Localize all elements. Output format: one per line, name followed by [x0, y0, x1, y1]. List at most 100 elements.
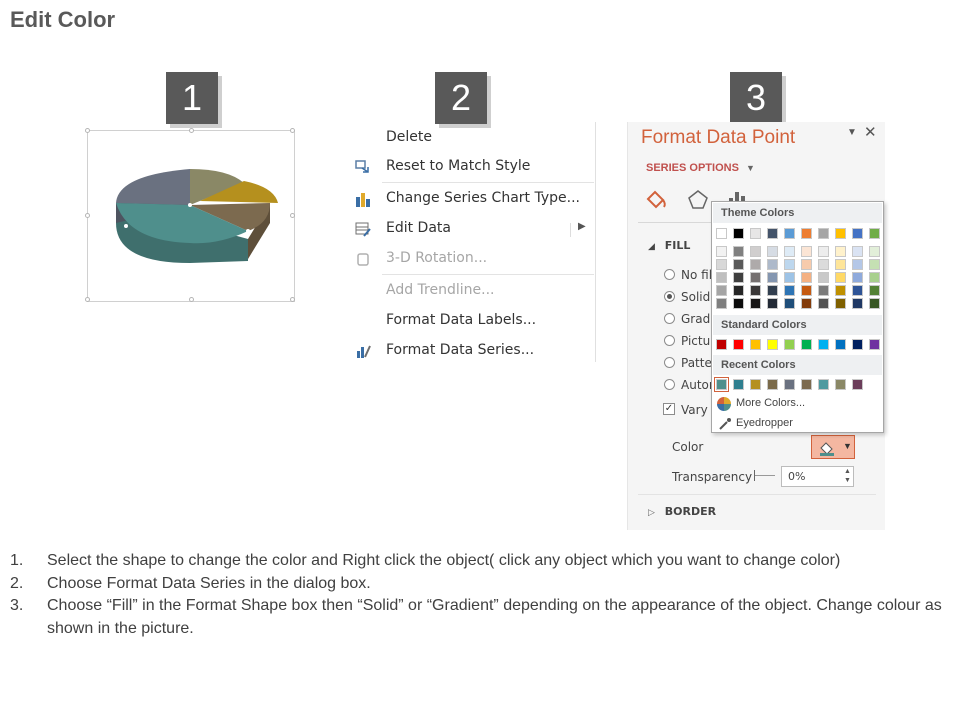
menu-item-add-trendline[interactable]: Add Trendline... — [348, 277, 594, 305]
resize-handle[interactable] — [189, 128, 194, 133]
theme-shade-swatch[interactable] — [869, 272, 880, 283]
recent-color-swatch[interactable] — [714, 377, 729, 392]
resize-handle[interactable] — [290, 128, 295, 133]
theme-color-swatch[interactable] — [784, 228, 795, 239]
standard-color-swatch[interactable] — [835, 339, 846, 350]
theme-shade-swatch[interactable] — [733, 298, 744, 309]
theme-shade-swatch[interactable] — [801, 259, 812, 270]
close-icon[interactable]: ✕ — [864, 123, 877, 141]
theme-shade-swatch[interactable] — [750, 259, 761, 270]
theme-shade-swatch[interactable] — [869, 285, 880, 296]
standard-color-swatch[interactable] — [818, 339, 829, 350]
theme-shade-swatch[interactable] — [852, 285, 863, 296]
theme-shade-swatch[interactable] — [733, 259, 744, 270]
spin-up-icon[interactable]: ▲ — [844, 468, 851, 475]
theme-color-swatch[interactable] — [716, 228, 727, 239]
theme-shade-swatch[interactable] — [716, 298, 727, 309]
standard-color-swatch[interactable] — [801, 339, 812, 350]
resize-handle[interactable] — [189, 297, 194, 302]
theme-shade-swatch[interactable] — [767, 298, 778, 309]
menu-item-reset-style[interactable]: Reset to Match Style — [348, 153, 594, 181]
theme-color-swatch[interactable] — [852, 228, 863, 239]
theme-shade-swatch[interactable] — [716, 259, 727, 270]
recent-color-swatch[interactable] — [750, 379, 761, 390]
selection-handle[interactable] — [246, 229, 250, 233]
resize-handle[interactable] — [290, 213, 295, 218]
theme-shade-swatch[interactable] — [767, 285, 778, 296]
theme-shade-swatch[interactable] — [750, 246, 761, 257]
selection-handle[interactable] — [124, 224, 128, 228]
standard-color-swatch[interactable] — [784, 339, 795, 350]
theme-color-swatch[interactable] — [818, 228, 829, 239]
radio-button[interactable] — [664, 379, 675, 390]
theme-color-swatch[interactable] — [835, 228, 846, 239]
theme-shade-swatch[interactable] — [767, 246, 778, 257]
theme-shade-swatch[interactable] — [801, 285, 812, 296]
theme-shade-swatch[interactable] — [818, 259, 829, 270]
fill-color-button[interactable]: ▼ — [811, 435, 855, 459]
theme-shade-swatch[interactable] — [801, 246, 812, 257]
theme-shade-swatch[interactable] — [750, 285, 761, 296]
resize-handle[interactable] — [85, 297, 90, 302]
standard-color-swatch[interactable] — [869, 339, 880, 350]
menu-item-delete[interactable]: Delete — [348, 124, 594, 152]
radio-button[interactable] — [664, 291, 675, 302]
menu-item-format-data-labels[interactable]: Format Data Labels... — [348, 307, 594, 335]
theme-color-swatch[interactable] — [801, 228, 812, 239]
standard-color-swatch[interactable] — [716, 339, 727, 350]
theme-shade-swatch[interactable] — [818, 285, 829, 296]
recent-color-swatch[interactable] — [767, 379, 778, 390]
theme-shade-swatch[interactable] — [767, 259, 778, 270]
radio-button[interactable] — [664, 335, 675, 346]
menu-item-change-chart-type[interactable]: Change Series Chart Type... — [348, 185, 594, 213]
theme-shade-swatch[interactable] — [852, 272, 863, 283]
menu-item-3d-rotation[interactable]: 3-D Rotation... — [348, 245, 594, 273]
theme-shade-swatch[interactable] — [852, 246, 863, 257]
theme-shade-swatch[interactable] — [852, 259, 863, 270]
theme-shade-swatch[interactable] — [835, 285, 846, 296]
theme-shade-swatch[interactable] — [835, 298, 846, 309]
selection-handle[interactable] — [188, 203, 192, 207]
transparency-input[interactable]: 0% ▲ ▼ — [781, 466, 854, 487]
fill-section-header[interactable]: ◢ FILL — [648, 239, 690, 252]
theme-shade-swatch[interactable] — [733, 246, 744, 257]
theme-shade-swatch[interactable] — [818, 246, 829, 257]
theme-color-swatch[interactable] — [767, 228, 778, 239]
radio-button[interactable] — [664, 313, 675, 324]
theme-shade-swatch[interactable] — [835, 259, 846, 270]
theme-shade-swatch[interactable] — [716, 246, 727, 257]
theme-color-swatch[interactable] — [750, 228, 761, 239]
theme-shade-swatch[interactable] — [750, 298, 761, 309]
pie-chart-thumbnail[interactable] — [85, 128, 295, 302]
recent-color-swatch[interactable] — [784, 379, 795, 390]
resize-handle[interactable] — [85, 128, 90, 133]
theme-shade-swatch[interactable] — [818, 272, 829, 283]
theme-shade-swatch[interactable] — [801, 298, 812, 309]
recent-color-swatch[interactable] — [801, 379, 812, 390]
theme-shade-swatch[interactable] — [818, 298, 829, 309]
spin-down-icon[interactable]: ▼ — [844, 477, 851, 484]
theme-shade-swatch[interactable] — [869, 246, 880, 257]
theme-shade-swatch[interactable] — [869, 259, 880, 270]
border-section-header[interactable]: ▷ BORDER — [648, 505, 716, 518]
recent-color-swatch[interactable] — [835, 379, 846, 390]
effects-tab-icon[interactable] — [686, 188, 710, 217]
recent-color-swatch[interactable] — [818, 379, 829, 390]
theme-shade-swatch[interactable] — [784, 285, 795, 296]
standard-color-swatch[interactable] — [733, 339, 744, 350]
theme-shade-swatch[interactable] — [784, 246, 795, 257]
theme-shade-swatch[interactable] — [852, 298, 863, 309]
standard-color-swatch[interactable] — [852, 339, 863, 350]
radio-button[interactable] — [664, 357, 675, 368]
radio-button[interactable] — [664, 269, 675, 280]
transparency-slider[interactable] — [754, 470, 776, 482]
resize-handle[interactable] — [290, 297, 295, 302]
theme-shade-swatch[interactable] — [767, 272, 778, 283]
theme-shade-swatch[interactable] — [750, 272, 761, 283]
pane-options-icon[interactable]: ▼ — [847, 127, 857, 138]
theme-shade-swatch[interactable] — [733, 285, 744, 296]
theme-shade-swatch[interactable] — [784, 259, 795, 270]
theme-color-swatch[interactable] — [733, 228, 744, 239]
theme-shade-swatch[interactable] — [716, 272, 727, 283]
theme-shade-swatch[interactable] — [716, 285, 727, 296]
